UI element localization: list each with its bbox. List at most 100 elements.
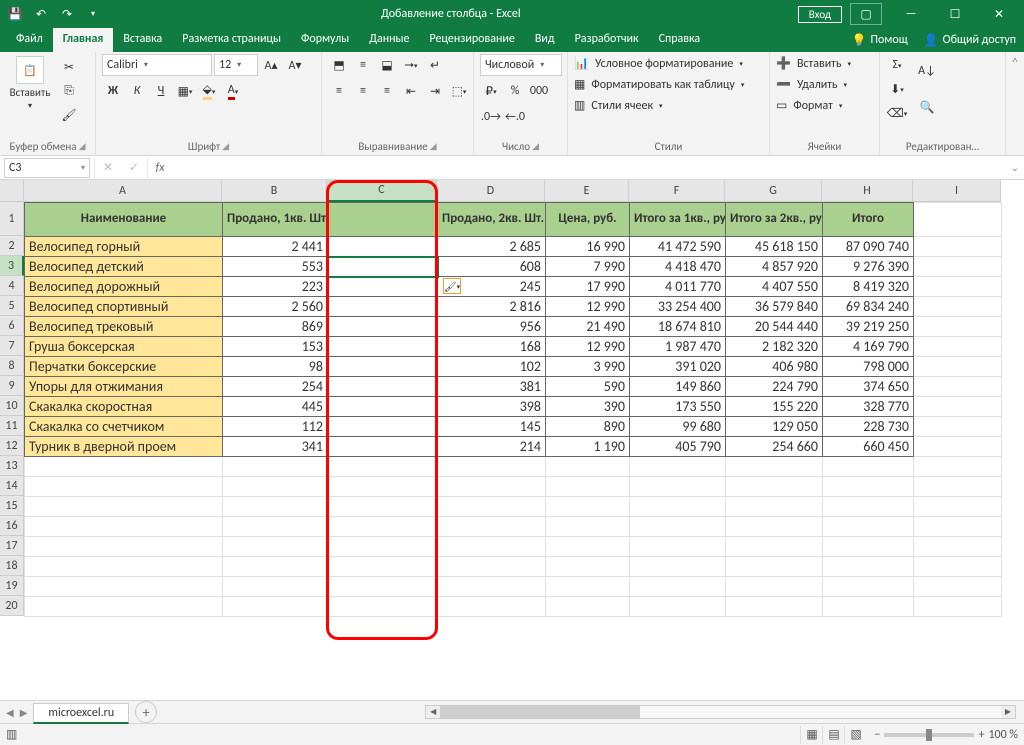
column-header-B[interactable]: B <box>222 180 327 202</box>
cell[interactable] <box>630 537 726 557</box>
cell[interactable]: 36 579 840 <box>726 297 823 317</box>
cell[interactable] <box>328 577 438 597</box>
cell[interactable] <box>25 597 223 617</box>
cell[interactable]: 87 090 740 <box>823 237 914 257</box>
fx-icon[interactable]: fx <box>148 161 172 175</box>
cell[interactable] <box>328 397 438 417</box>
cell[interactable]: 956 <box>438 317 546 337</box>
align-top-icon[interactable]: ⬒ <box>328 54 350 76</box>
add-sheet-icon[interactable]: + <box>135 701 157 723</box>
align-center-icon[interactable]: ≡ <box>352 80 374 102</box>
align-middle-icon[interactable]: ≡ <box>352 54 374 76</box>
tab-вставка[interactable]: Вставка <box>113 28 172 52</box>
save-icon[interactable]: 💾 <box>4 3 26 25</box>
cell[interactable] <box>25 497 223 517</box>
tab-вид[interactable]: Вид <box>525 28 565 52</box>
zoom-in-icon[interactable]: + <box>978 728 984 742</box>
cell[interactable]: 223 <box>223 277 328 297</box>
zoom-slider[interactable] <box>884 733 974 737</box>
row-header-2[interactable]: 2 <box>0 236 24 256</box>
wrap-text-icon[interactable]: ↵ <box>424 54 446 76</box>
fill-color-icon[interactable]: ⬙▾ <box>198 80 220 102</box>
align-bottom-icon[interactable]: ⬓ <box>376 54 398 76</box>
cell[interactable]: 2 560 <box>223 297 328 317</box>
row-header-18[interactable]: 18 <box>0 556 24 576</box>
sort-filter-icon[interactable]: A↓ <box>916 54 938 88</box>
font-size-combo[interactable]: 12▾ <box>214 54 258 76</box>
cell[interactable] <box>328 277 438 297</box>
ribbon-options-icon[interactable]: ▢ <box>850 3 882 25</box>
fill-icon[interactable]: ⬇▾ <box>886 78 908 100</box>
cell[interactable]: 12 990 <box>546 337 630 357</box>
row-header-20[interactable]: 20 <box>0 596 24 616</box>
cell[interactable]: Велосипед детский <box>25 257 223 277</box>
italic-button[interactable]: К <box>126 80 148 102</box>
cell[interactable] <box>328 497 438 517</box>
cell[interactable]: Турник в дверной проем <box>25 437 223 457</box>
cell[interactable]: 4 407 550 <box>726 277 823 297</box>
cell[interactable]: 99 680 <box>630 417 726 437</box>
column-header-D[interactable]: D <box>437 180 545 202</box>
cell[interactable] <box>438 517 546 537</box>
cell[interactable] <box>726 517 823 537</box>
select-all-triangle[interactable] <box>0 180 24 202</box>
cell[interactable] <box>914 437 1002 457</box>
row-header-16[interactable]: 16 <box>0 516 24 536</box>
minimize-icon[interactable]: — <box>890 0 932 28</box>
tell-me-button[interactable]: 💡 Помощ <box>844 28 916 52</box>
cell[interactable]: 149 860 <box>630 377 726 397</box>
cell[interactable] <box>223 537 328 557</box>
row-header-12[interactable]: 12 <box>0 436 24 456</box>
cell[interactable] <box>630 497 726 517</box>
cell[interactable]: 8 419 320 <box>823 277 914 297</box>
find-icon[interactable]: 🔍 <box>916 90 938 124</box>
cell[interactable] <box>914 477 1002 497</box>
cell[interactable]: 155 220 <box>726 397 823 417</box>
cell[interactable]: 20 544 440 <box>726 317 823 337</box>
cell[interactable] <box>328 557 438 577</box>
cell[interactable]: 168 <box>438 337 546 357</box>
cell[interactable] <box>25 477 223 497</box>
align-right-icon[interactable]: ≡ <box>376 80 398 102</box>
cell[interactable] <box>328 537 438 557</box>
cell[interactable]: 16 990 <box>546 237 630 257</box>
cell[interactable]: 3 990 <box>546 357 630 377</box>
maximize-icon[interactable]: ☐ <box>934 0 976 28</box>
column-header-I[interactable]: I <box>913 180 1001 202</box>
cell[interactable] <box>914 457 1002 477</box>
increase-decimal-icon[interactable]: .0→ <box>480 106 502 128</box>
cell[interactable]: 1 987 470 <box>630 337 726 357</box>
align-left-icon[interactable]: ≡ <box>328 80 350 102</box>
cell[interactable] <box>914 357 1002 377</box>
cell[interactable]: 890 <box>546 417 630 437</box>
clear-icon[interactable]: ⌫▾ <box>886 102 908 124</box>
cell[interactable]: 2 182 320 <box>726 337 823 357</box>
zoom-out-icon[interactable]: − <box>874 728 880 742</box>
cell[interactable]: Скакалка скоростная <box>25 397 223 417</box>
cell[interactable] <box>25 517 223 537</box>
tab-рецензирование[interactable]: Рецензирование <box>420 28 525 52</box>
cell[interactable] <box>914 537 1002 557</box>
header-cell[interactable]: Продано, 2кв. Шт. <box>438 203 546 237</box>
scroll-right-icon[interactable]: ▶ <box>1001 706 1015 718</box>
tab-разработчик[interactable]: Разработчик <box>565 28 649 52</box>
cell[interactable] <box>438 537 546 557</box>
row-header-3[interactable]: 3 <box>0 256 24 276</box>
cell[interactable] <box>546 457 630 477</box>
cell[interactable] <box>438 477 546 497</box>
cell[interactable] <box>914 497 1002 517</box>
tab-формулы[interactable]: Формулы <box>291 28 359 52</box>
cell[interactable] <box>546 537 630 557</box>
header-cell[interactable] <box>914 203 1002 237</box>
cell[interactable] <box>223 557 328 577</box>
cell[interactable] <box>823 597 914 617</box>
cell[interactable] <box>328 357 438 377</box>
sheet-tab[interactable]: microexcel.ru <box>33 703 129 724</box>
grow-font-icon[interactable]: A▴ <box>260 54 282 76</box>
orientation-icon[interactable]: ⭢▾ <box>400 54 422 76</box>
cell[interactable]: 381 <box>438 377 546 397</box>
format-painter-icon[interactable]: 🖌 <box>58 104 80 126</box>
delete-cells-button[interactable]: ➖Удалить▾ <box>776 75 847 94</box>
font-name-combo[interactable]: Calibri▾ <box>102 54 212 76</box>
cell[interactable]: Велосипед дорожный <box>25 277 223 297</box>
